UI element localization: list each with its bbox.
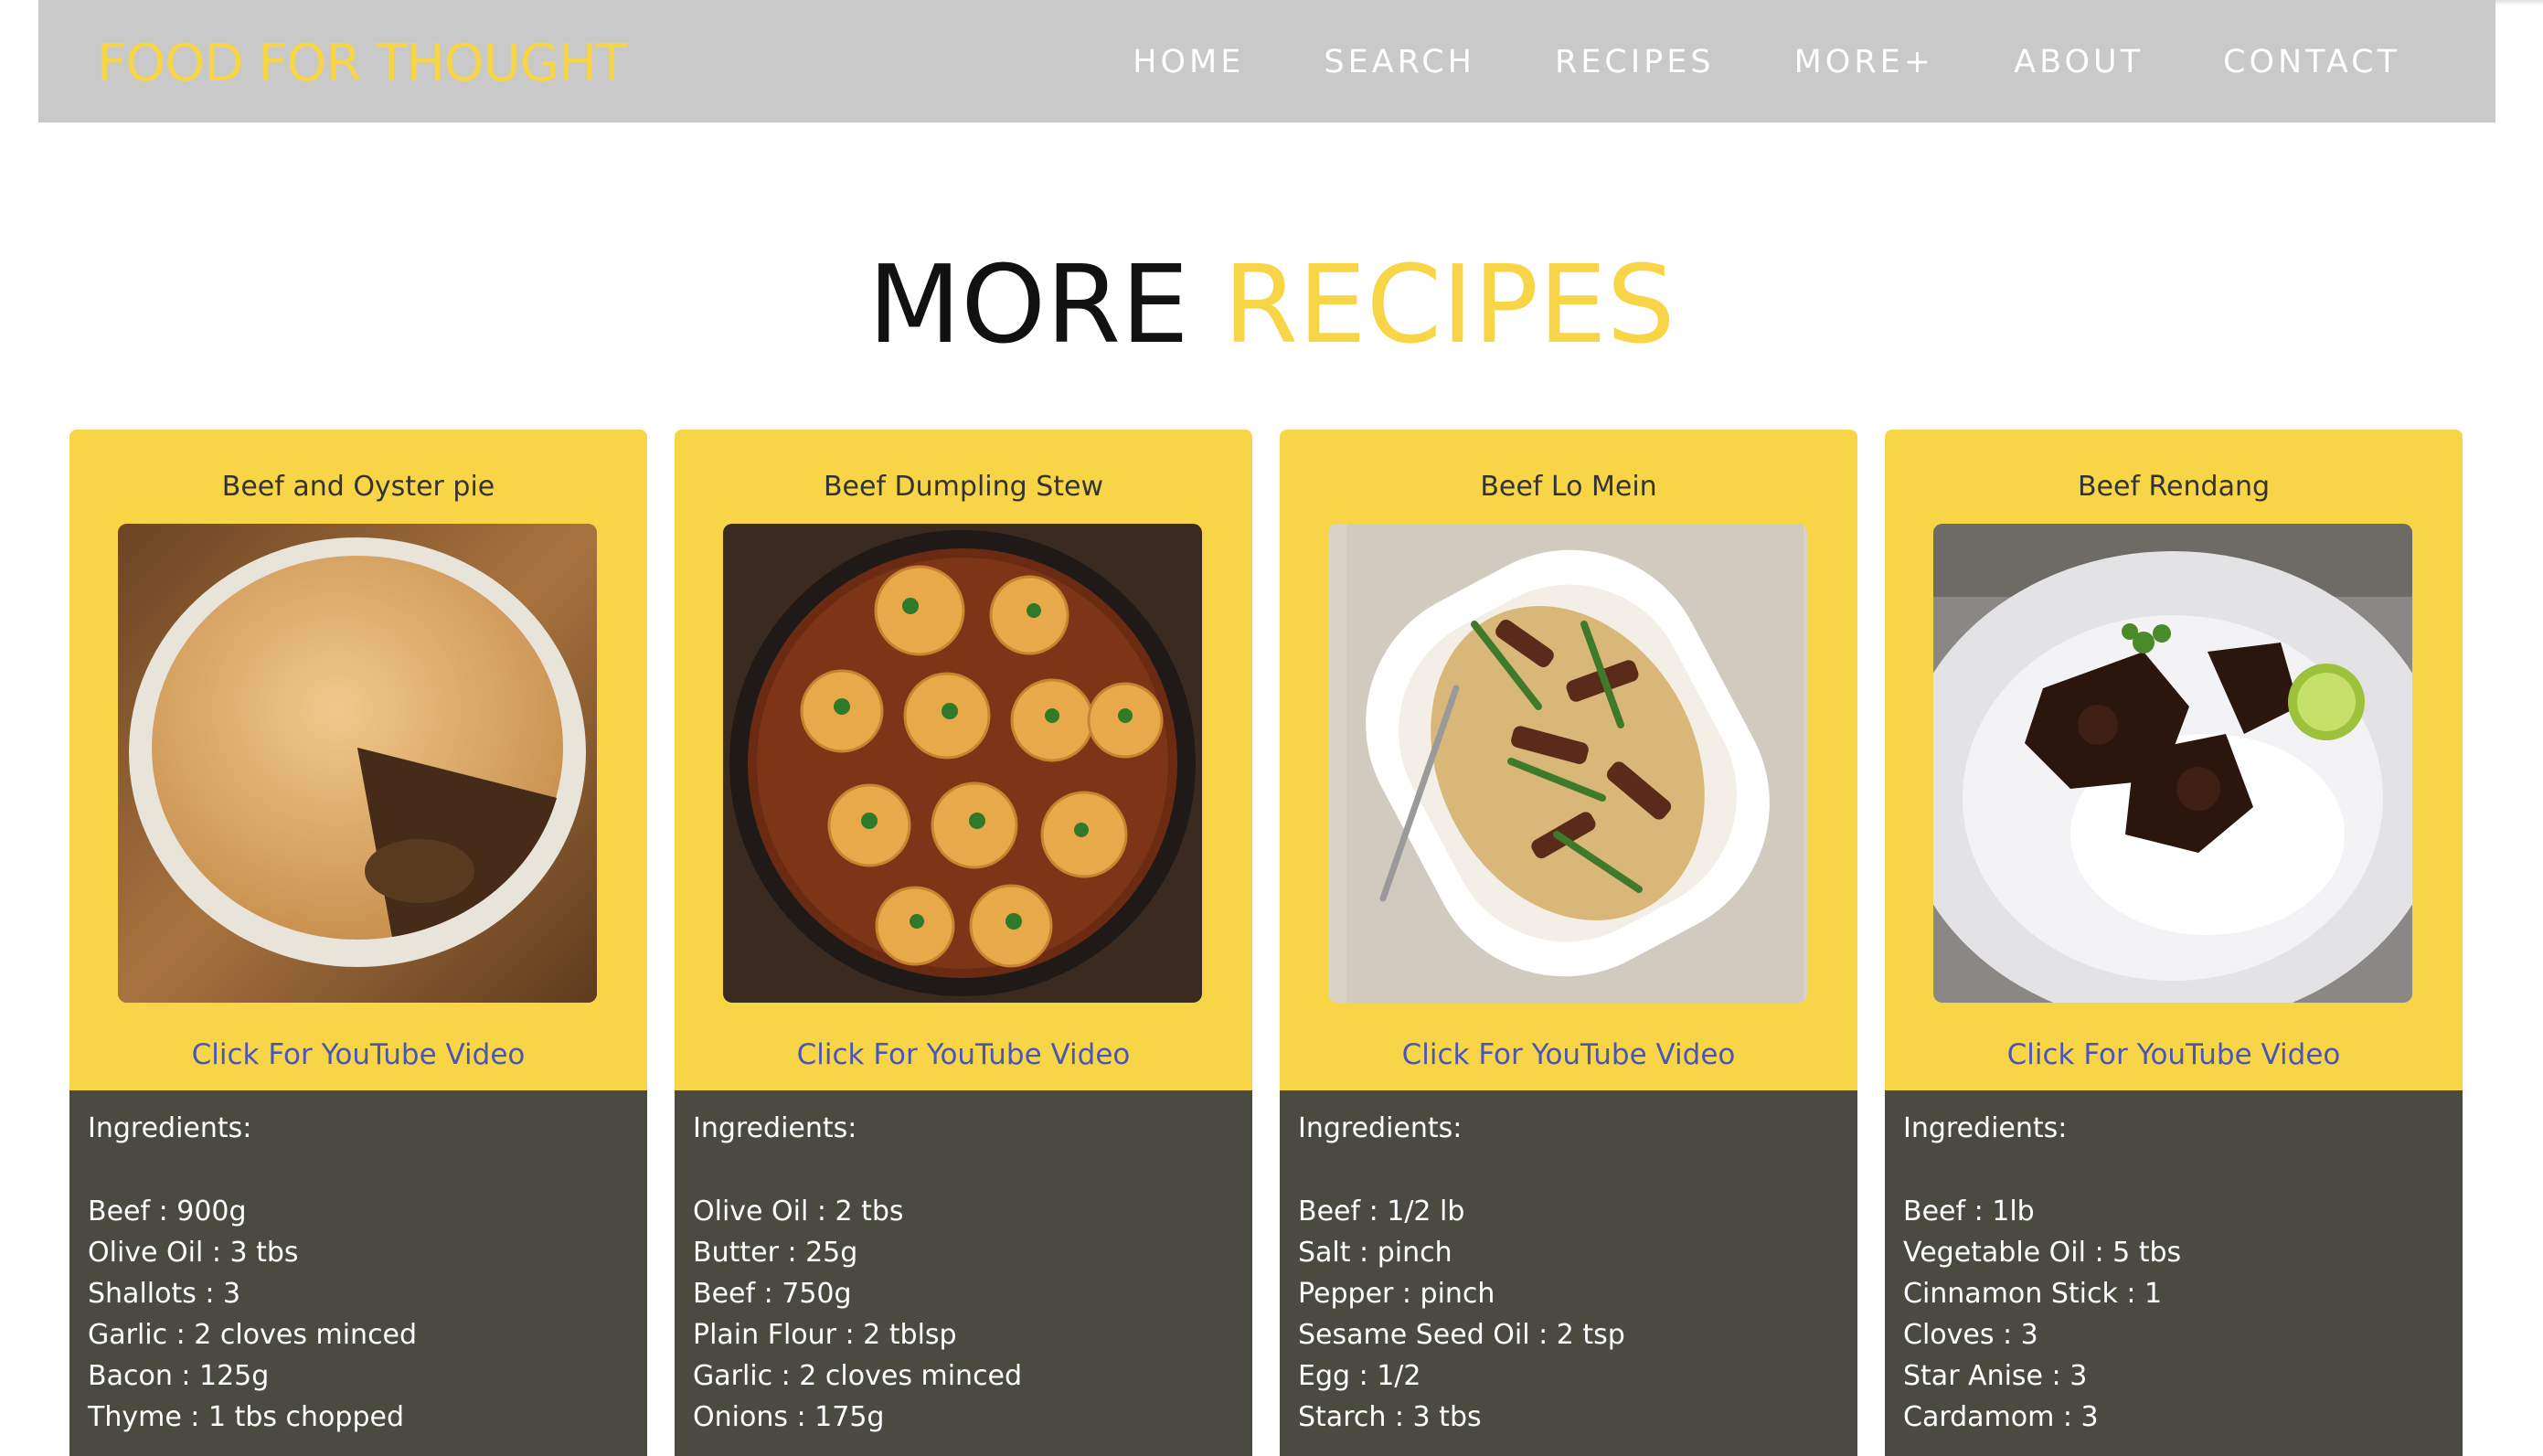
- ingredient-item: Beef : 750g: [693, 1278, 852, 1310]
- recipe-card-header: Beef Lo Mein Click For YouTube Video: [1280, 430, 1857, 1090]
- stew-photo-illustration: [723, 524, 1202, 1003]
- ingredients-panel: Ingredients: Beef : 900g Olive Oil : 3 t…: [69, 1090, 647, 1456]
- ingredients-label: Ingredients:: [1298, 1112, 1463, 1144]
- recipe-title: Beef Dumpling Stew: [823, 471, 1104, 503]
- ingredient-item: Cardamom : 3: [1903, 1401, 2099, 1433]
- ingredient-item: Olive Oil : 2 tbs: [693, 1196, 904, 1228]
- ingredients-list: Beef : 1lb Vegetable Oil : 5 tbs Cinnamo…: [1903, 1191, 2444, 1438]
- ingredient-item: Cinnamon Stick : 1: [1903, 1278, 2163, 1310]
- nav-link-contact[interactable]: CONTACT: [2223, 42, 2400, 82]
- nav-link-search[interactable]: SEARCH: [1324, 42, 1475, 82]
- recipe-card-header: Beef and Oyster pie Click For YouTube Vi…: [69, 430, 647, 1090]
- ingredient-item: Starch : 3 tbs: [1298, 1401, 1482, 1433]
- ingredient-item: Onions : 175g: [693, 1401, 885, 1433]
- ingredients-panel: Ingredients: Olive Oil : 2 tbs Butter : …: [675, 1090, 1252, 1456]
- ingredient-item: Shallots : 3: [88, 1278, 241, 1310]
- ingredient-item: Olive Oil : 3 tbs: [88, 1237, 299, 1269]
- ingredient-item: Garlic : 2 cloves minced: [693, 1360, 1023, 1392]
- ingredient-item: Beef : 1lb: [1903, 1196, 2035, 1228]
- ingredient-item: Thyme : 1 tbs chopped: [88, 1401, 404, 1433]
- nav-links: HOME SEARCH RECIPES MORE+ ABOUT CONTACT: [1053, 42, 2400, 82]
- lo-mein-photo-illustration: [1328, 524, 1807, 1003]
- ingredient-item: Egg : 1/2: [1298, 1360, 1421, 1392]
- recipe-card-header: Beef Rendang Click For YouTube Video: [1885, 430, 2463, 1090]
- nav-link-about[interactable]: ABOUT: [2014, 42, 2144, 82]
- youtube-video-link[interactable]: Click For YouTube Video: [69, 1036, 647, 1073]
- nav-link-home[interactable]: HOME: [1133, 42, 1244, 82]
- nav-link-more[interactable]: MORE+: [1794, 42, 1935, 82]
- ingredient-item: Bacon : 125g: [88, 1360, 270, 1392]
- recipe-card: Beef Lo Mein Click For YouTube Video Ing…: [1280, 430, 1857, 1456]
- recipe-title: Beef Rendang: [2077, 471, 2271, 503]
- recipe-image: [723, 524, 1202, 1003]
- youtube-video-link[interactable]: Click For YouTube Video: [1280, 1036, 1857, 1073]
- rendang-photo-illustration: [1933, 524, 2412, 1003]
- recipe-card: Beef and Oyster pie Click For YouTube Vi…: [69, 430, 647, 1456]
- ingredients-list: Beef : 900g Olive Oil : 3 tbs Shallots :…: [88, 1191, 629, 1438]
- ingredient-item: Star Anise : 3: [1903, 1360, 2088, 1392]
- page-title: MORE RECIPES: [0, 242, 2543, 367]
- ingredient-item: Garlic : 2 cloves minced: [88, 1319, 418, 1351]
- navbar: FOOD FOR THOUGHT HOME SEARCH RECIPES MOR…: [38, 0, 2495, 122]
- ingredient-item: Sesame Seed Oil : 2 tsp: [1298, 1319, 1625, 1351]
- brand-logo-text[interactable]: FOOD FOR THOUGHT: [97, 35, 627, 93]
- recipe-image: [1933, 524, 2412, 1003]
- ingredients-list: Olive Oil : 2 tbs Butter : 25g Beef : 75…: [693, 1191, 1234, 1438]
- ingredients-label: Ingredients:: [88, 1112, 252, 1144]
- recipe-image: [1328, 524, 1807, 1003]
- recipe-card-header: Beef Dumpling Stew Click For YouTube Vid…: [675, 430, 1252, 1090]
- ingredients-list: Beef : 1/2 lb Salt : pinch Pepper : pinc…: [1298, 1191, 1839, 1438]
- recipe-image: [118, 524, 597, 1003]
- page-title-accent: RECIPES: [1223, 241, 1676, 368]
- ingredient-item: Pepper : pinch: [1298, 1278, 1495, 1310]
- recipe-card: Beef Dumpling Stew Click For YouTube Vid…: [675, 430, 1252, 1456]
- ingredient-item: Cloves : 3: [1903, 1319, 2038, 1351]
- ingredient-item: Vegetable Oil : 5 tbs: [1903, 1237, 2182, 1269]
- youtube-video-link[interactable]: Click For YouTube Video: [1885, 1036, 2463, 1073]
- ingredient-item: Salt : pinch: [1298, 1237, 1452, 1269]
- recipe-cards: Beef and Oyster pie Click For YouTube Vi…: [69, 430, 2463, 1456]
- youtube-video-link[interactable]: Click For YouTube Video: [675, 1036, 1252, 1073]
- ingredients-panel: Ingredients: Beef : 1lb Vegetable Oil : …: [1885, 1090, 2463, 1456]
- ingredients-panel: Ingredients: Beef : 1/2 lb Salt : pinch …: [1280, 1090, 1857, 1456]
- recipe-card: Beef Rendang Click For YouTube Video Ing…: [1885, 430, 2463, 1456]
- recipe-title: Beef Lo Mein: [1480, 471, 1657, 503]
- pie-photo-illustration: [118, 524, 597, 1003]
- page-title-main: MORE: [867, 241, 1189, 368]
- ingredient-item: Beef : 900g: [88, 1196, 247, 1228]
- ingredient-item: Plain Flour : 2 tblsp: [693, 1319, 957, 1351]
- ingredients-label: Ingredients:: [1903, 1112, 2068, 1144]
- ingredient-item: Beef : 1/2 lb: [1298, 1196, 1465, 1228]
- nav-link-recipes[interactable]: RECIPES: [1555, 42, 1715, 82]
- ingredient-item: Butter : 25g: [693, 1237, 858, 1269]
- ingredients-label: Ingredients:: [693, 1112, 857, 1144]
- recipe-title: Beef and Oyster pie: [221, 471, 495, 503]
